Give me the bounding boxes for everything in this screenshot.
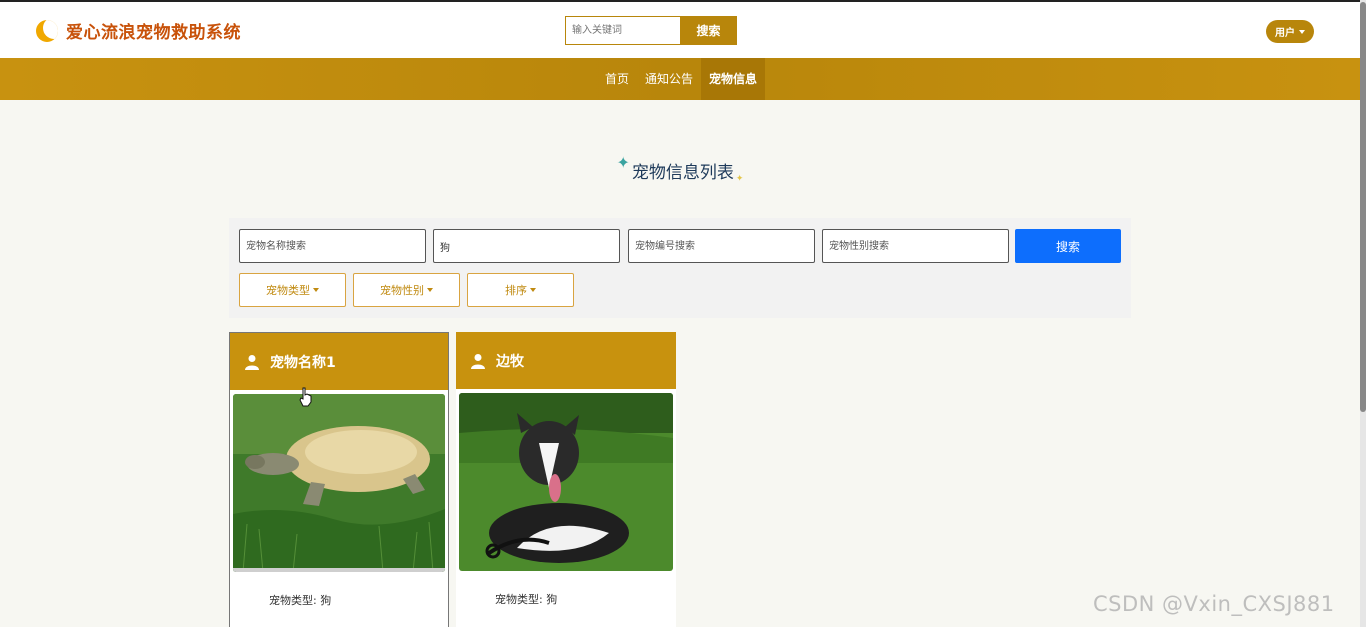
sort-dropdown[interactable]: 排序	[467, 273, 574, 307]
caret-down-icon	[313, 288, 319, 292]
pet-gender-search-input[interactable]	[822, 229, 1009, 263]
top-header: 爱心流浪宠物救助系统 搜索 用户	[0, 0, 1360, 58]
pet-name-search-input[interactable]	[239, 229, 426, 263]
person-icon	[471, 353, 485, 369]
pet-card[interactable]: 宠物名称1 宠物类型: 狗	[229, 332, 449, 627]
user-menu-button[interactable]: 用户	[1266, 20, 1314, 43]
pet-card-header[interactable]: 宠物名称1	[230, 333, 448, 390]
user-menu-label: 用户	[1275, 28, 1295, 39]
section-title-block: ✦ 宠物信息列表 ✦	[0, 153, 1360, 184]
pet-type-value: 狗	[546, 593, 558, 606]
pet-card-name: 边牧	[496, 353, 524, 370]
caret-down-icon	[427, 288, 433, 292]
pet-photo-turtle[interactable]	[233, 394, 445, 572]
nav-item-notices[interactable]: 通知公告	[637, 58, 701, 100]
filter-search-button[interactable]: 搜索	[1015, 229, 1121, 263]
brand[interactable]: 爱心流浪宠物救助系统	[36, 18, 241, 43]
brand-title: 爱心流浪宠物救助系统	[66, 23, 241, 43]
pet-card-type: 宠物类型: 狗	[456, 591, 676, 607]
header-search-button[interactable]: 搜索	[680, 16, 737, 45]
header-search: 搜索	[565, 16, 737, 45]
moon-logo-icon	[36, 19, 58, 42]
pet-card-name: 宠物名称1	[270, 354, 336, 371]
person-icon	[245, 354, 259, 370]
caret-down-icon	[530, 288, 536, 292]
nav-item-pet-info[interactable]: 宠物信息	[701, 58, 766, 100]
header-search-input[interactable]	[565, 16, 680, 45]
pet-type-dropdown[interactable]: 宠物类型	[239, 273, 346, 307]
pet-gender-dropdown[interactable]: 宠物性别	[353, 273, 460, 307]
pet-photo-border-collie[interactable]	[459, 393, 673, 571]
page-title: 宠物信息列表	[631, 163, 734, 183]
pet-code-search-input[interactable]	[628, 229, 815, 263]
page-scrollbar[interactable]	[1360, 0, 1366, 627]
caret-down-icon	[1299, 29, 1305, 34]
pet-card[interactable]: 边牧 宠物类型: 狗	[456, 332, 676, 627]
pet-type-search-input[interactable]	[433, 229, 620, 263]
scrollbar-thumb[interactable]	[1360, 2, 1366, 412]
filter-panel: 搜索 宠物类型 宠物性别 排序	[229, 218, 1131, 318]
pet-card-header[interactable]: 边牧	[456, 332, 676, 389]
pet-type-dropdown-label: 宠物类型	[266, 284, 310, 297]
pet-type-label: 宠物类型:	[495, 593, 543, 606]
hand-cursor-icon	[299, 387, 312, 407]
watermark-text: CSDN @Vxin_CXSJ881	[1093, 592, 1335, 616]
main-nav: 首页 通知公告 宠物信息	[0, 58, 1360, 100]
pet-type-label: 宠物类型:	[269, 594, 317, 607]
star-icon: ✦	[616, 153, 630, 172]
pet-card-type: 宠物类型: 狗	[230, 592, 448, 608]
nav-item-home[interactable]: 首页	[597, 58, 637, 100]
pet-gender-dropdown-label: 宠物性别	[380, 284, 424, 297]
pet-type-value: 狗	[320, 594, 332, 607]
sort-dropdown-label: 排序	[505, 284, 527, 297]
sparkle-icon: ✦	[735, 173, 744, 184]
